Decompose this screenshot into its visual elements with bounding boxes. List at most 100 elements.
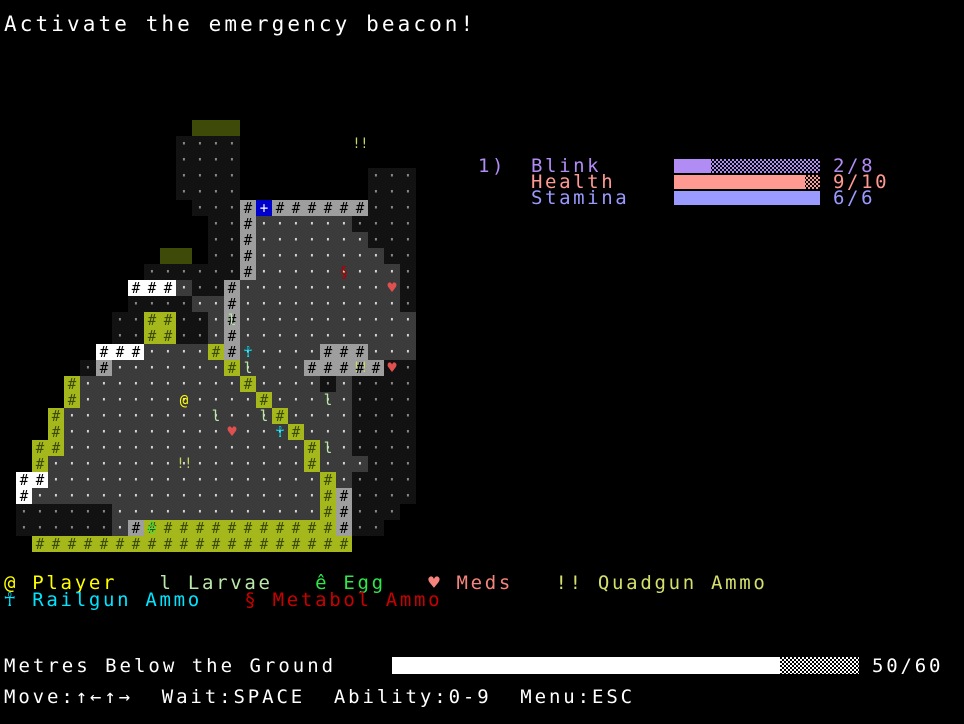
floor-dot: ·	[243, 328, 253, 344]
map-floor-lit: ·	[144, 472, 160, 488]
map-floor-lit: ·	[144, 408, 160, 424]
map-entity-larvae-4[interactable]: l	[256, 408, 272, 424]
beacon-glyph: +	[259, 200, 269, 216]
map-floor-dark: ·	[352, 216, 368, 232]
map-floor-lit: ·	[224, 392, 240, 408]
map-entity-egg[interactable]: ê	[144, 520, 160, 536]
meds-1-glyph: ♥	[387, 280, 397, 296]
floor-dot: ·	[211, 216, 221, 232]
floor-dot: ·	[147, 392, 157, 408]
map-wall-moss: #	[176, 536, 192, 552]
floor-dot: ·	[179, 312, 189, 328]
map-entity-quadgun-1[interactable]: !!	[352, 136, 368, 152]
map-entity-larvae-1[interactable]: l	[224, 312, 240, 328]
floor-dot: ·	[115, 440, 125, 456]
map-wall-moss: #	[176, 520, 192, 536]
map-wall-moss: #	[320, 536, 336, 552]
map-floor-dark: ·	[368, 392, 384, 408]
floor-dot: ·	[387, 344, 397, 360]
map-entity-railgun-1[interactable]: ☥	[240, 344, 256, 360]
map-floor-lit: ·	[240, 440, 256, 456]
map-floor-dark: ·	[192, 312, 208, 328]
map-floor-lit: ·	[336, 408, 352, 424]
map-floor-lit: ·	[352, 232, 368, 248]
map-viewport[interactable]: ·························########·····#·…	[0, 88, 500, 552]
floor-dot: ·	[227, 472, 237, 488]
floor-dot: ·	[371, 456, 381, 472]
wall-glyph: #	[243, 200, 253, 216]
menu-command[interactable]: Menu:ESC	[520, 686, 635, 708]
floor-dot: ·	[307, 408, 317, 424]
status-slot-number[interactable]: 1)	[478, 157, 506, 176]
map-floor-lit: ·	[128, 488, 144, 504]
floor-dot: ·	[403, 216, 413, 232]
floor-dot: ·	[387, 248, 397, 264]
floor-dot: ·	[211, 424, 221, 440]
map-entity-beacon[interactable]: +	[256, 200, 272, 216]
floor-dot: ·	[403, 424, 413, 440]
map-wall-white: #	[128, 280, 144, 296]
floor-dot: ·	[115, 312, 125, 328]
floor-dot: ·	[291, 440, 301, 456]
map-floor-dark: ·	[224, 216, 240, 232]
map-floor-dark: ·	[400, 232, 416, 248]
status-panel: 1) Blink 2/8 Health 9/10 Stamina 6/6	[478, 157, 918, 208]
map-floor-dark: ·	[400, 440, 416, 456]
floor-dot: ·	[243, 408, 253, 424]
floor-dot: ·	[147, 408, 157, 424]
map-wall-moss: #	[224, 520, 240, 536]
map-floor-lit: ·	[352, 296, 368, 312]
metabol-1-glyph: §	[339, 264, 349, 280]
status-bar-stamina	[674, 191, 820, 205]
map-entity-larvae-3[interactable]: l	[208, 408, 224, 424]
floor-dot: ·	[51, 520, 61, 536]
floor-dot: ·	[307, 424, 317, 440]
move-command[interactable]: Move:↑←↑→	[4, 686, 133, 708]
wall-glyph: #	[227, 344, 237, 360]
map-floor-lit: ·	[192, 408, 208, 424]
map-entity-quadgun-3[interactable]: !!	[176, 456, 192, 472]
quadgun-1-glyph: !!	[352, 136, 368, 152]
map-wall-moss: #	[304, 536, 320, 552]
map-floor-dark: ·	[384, 424, 400, 440]
map-entity-meds-3[interactable]: ♥	[224, 424, 240, 440]
map-entity-meds-2[interactable]: ♥	[384, 360, 400, 376]
map-entity-player[interactable]: @	[176, 392, 192, 408]
map-wall-moss: #	[160, 520, 176, 536]
map-floor-lit: ·	[192, 424, 208, 440]
map-floor-lit: ·	[288, 456, 304, 472]
map-floor-dark: ·	[48, 520, 64, 536]
floor-dot: ·	[403, 440, 413, 456]
map-entity-larvae-5[interactable]: l	[320, 392, 336, 408]
map-floor-lit: ·	[272, 328, 288, 344]
floor-dot: ·	[275, 248, 285, 264]
map-floor-dark: ·	[224, 200, 240, 216]
map-entity-quadgun-2[interactable]: !!	[352, 360, 368, 376]
map-floor-lit: ·	[208, 312, 224, 328]
map-wall-moss: #	[256, 520, 272, 536]
map-entity-railgun-2[interactable]: ☥	[272, 424, 288, 440]
map-entity-larvae-6[interactable]: l	[320, 440, 336, 456]
wall-glyph: #	[51, 536, 61, 552]
floor-dot: ·	[227, 184, 237, 200]
map-floor-lit: ·	[272, 312, 288, 328]
map-entity-metabol-1[interactable]: §	[336, 264, 352, 280]
map-entity-larvae-2[interactable]: l	[240, 360, 256, 376]
map-floor-dark: ·	[384, 232, 400, 248]
map-floor-lit: ·	[304, 264, 320, 280]
map-entity-meds-1[interactable]: ♥	[384, 280, 400, 296]
meds-2-glyph: ♥	[387, 360, 397, 376]
map-floor-dark: ·	[160, 296, 176, 312]
ability-command[interactable]: Ability:0-9	[334, 686, 492, 708]
floor-dot: ·	[147, 424, 157, 440]
legend-row: ☥ Railgun Ammo § Metabol Ammo	[4, 591, 960, 610]
map-floor-lit: ·	[192, 376, 208, 392]
wait-command[interactable]: Wait:SPACE	[162, 686, 305, 708]
floor-dot: ·	[259, 472, 269, 488]
floor-dot: ·	[291, 264, 301, 280]
map-floor-dark: ·	[352, 504, 368, 520]
map-floor-dark: ·	[224, 168, 240, 184]
menu-command-keys: ESC	[591, 686, 636, 708]
floor-dot: ·	[99, 488, 109, 504]
floor-dot: ·	[99, 440, 109, 456]
